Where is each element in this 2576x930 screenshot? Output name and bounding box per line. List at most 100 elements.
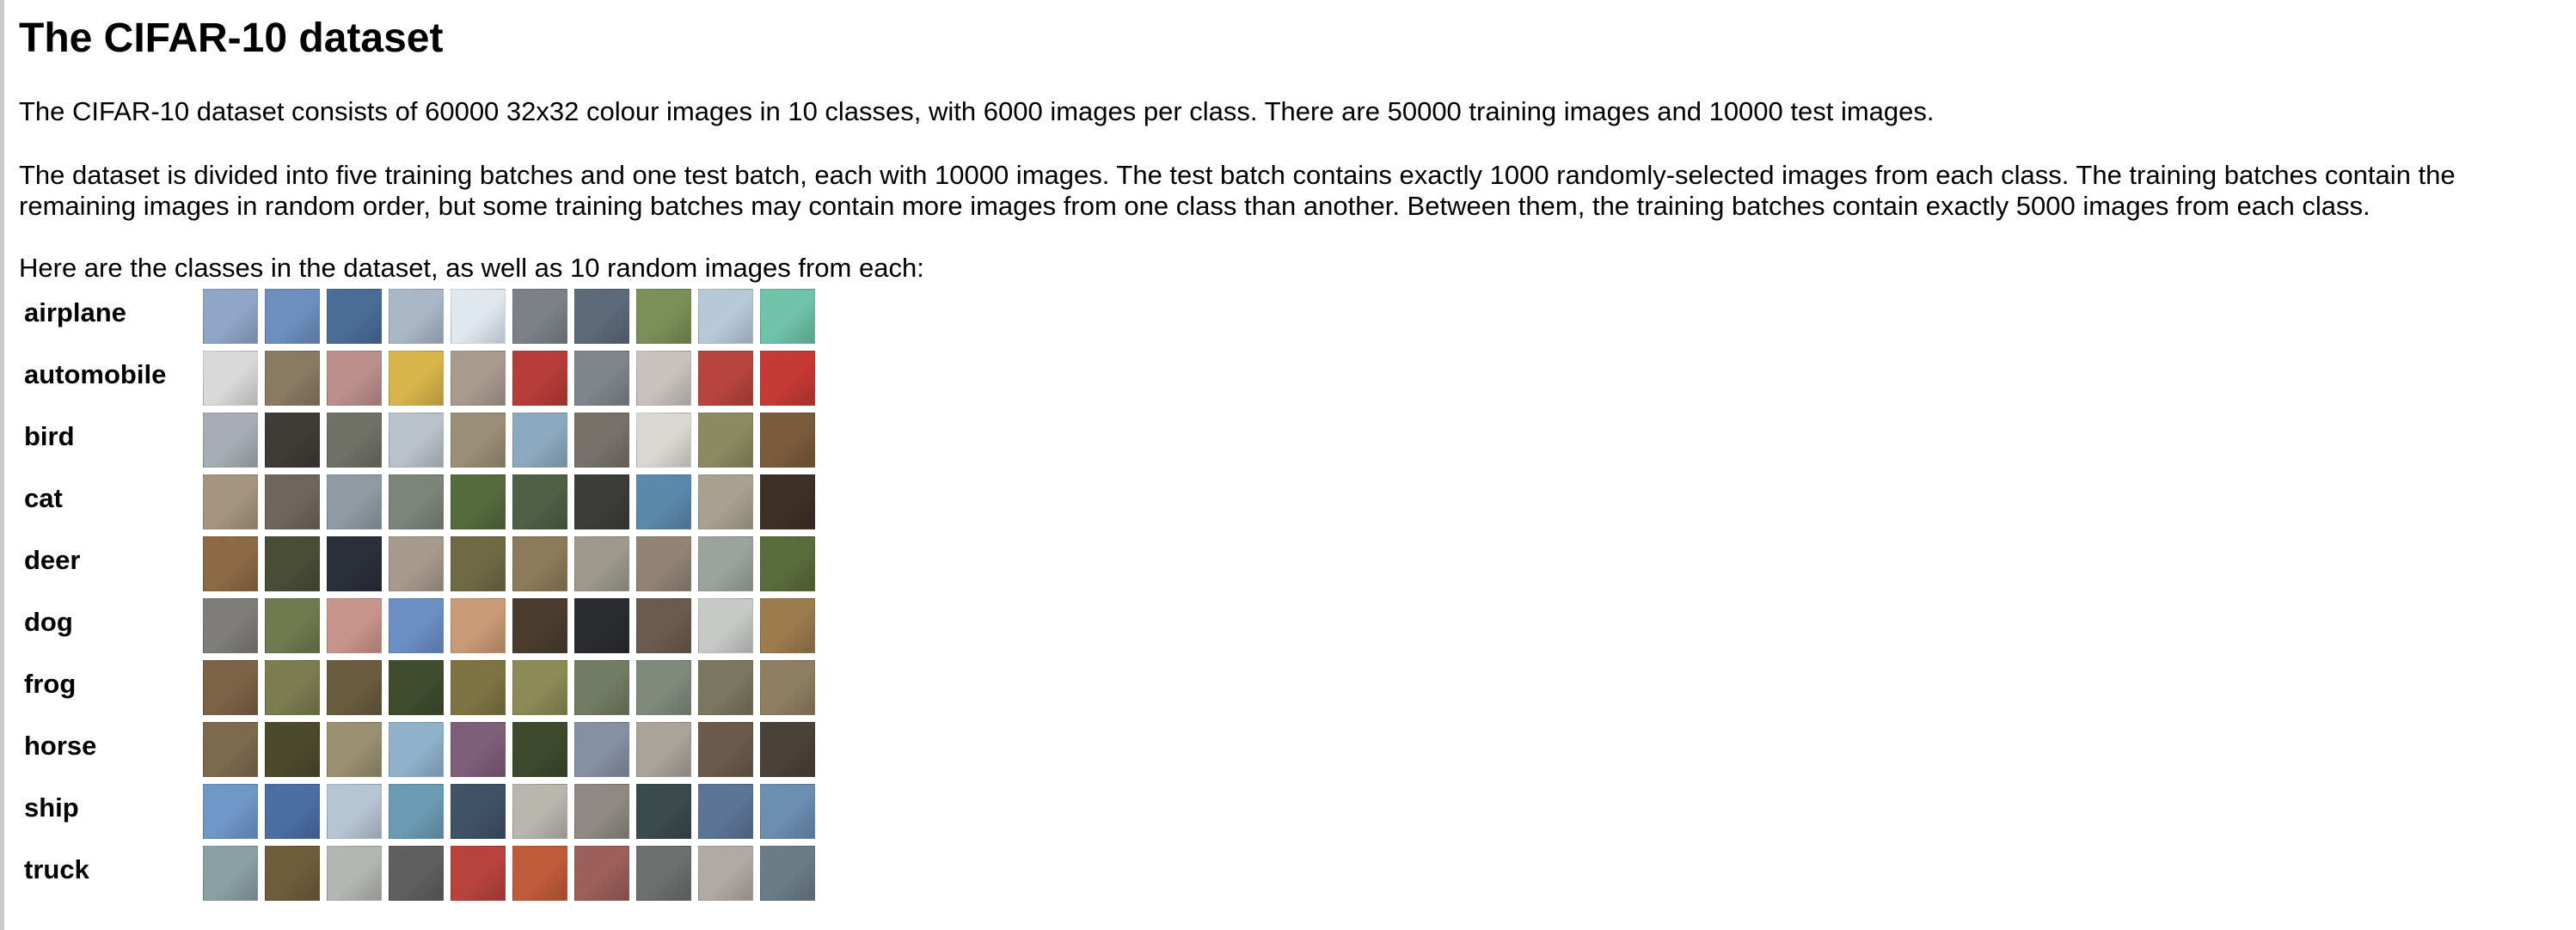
sample-image-thumbnail bbox=[203, 598, 258, 653]
sample-image-thumbnail bbox=[327, 474, 382, 529]
sample-image-thumbnail bbox=[698, 598, 753, 653]
class-row: frog bbox=[24, 660, 815, 722]
sample-image-thumbnail bbox=[636, 413, 691, 468]
sample-image-thumbnail bbox=[512, 598, 567, 653]
sample-image-thumbnail bbox=[451, 351, 506, 406]
class-row: airplane bbox=[24, 289, 815, 351]
sample-image-thumbnail bbox=[265, 289, 320, 344]
sample-image-thumbnail bbox=[760, 598, 815, 653]
sample-image-thumbnail bbox=[203, 784, 258, 839]
sample-image-thumbnail bbox=[451, 784, 506, 839]
sample-image-thumbnail bbox=[265, 722, 320, 777]
class-thumbnails bbox=[203, 289, 815, 344]
sample-image-thumbnail bbox=[636, 536, 691, 591]
sample-image-thumbnail bbox=[512, 660, 567, 715]
intro-paragraph: The CIFAR-10 dataset consists of 60000 3… bbox=[19, 96, 1935, 126]
sample-image-thumbnail bbox=[636, 660, 691, 715]
class-label: frog bbox=[24, 669, 77, 699]
sample-image-thumbnail bbox=[389, 536, 444, 591]
class-thumbnails bbox=[203, 846, 815, 901]
sample-image-thumbnail bbox=[574, 784, 629, 839]
class-thumbnails bbox=[203, 598, 815, 653]
class-label: truck bbox=[24, 854, 89, 884]
left-edge-divider bbox=[0, 0, 4, 930]
sample-image-thumbnail bbox=[451, 413, 506, 468]
sample-image-thumbnail bbox=[574, 289, 629, 344]
sample-image-thumbnail bbox=[760, 722, 815, 777]
sample-image-thumbnail bbox=[760, 660, 815, 715]
sample-image-thumbnail bbox=[698, 351, 753, 406]
class-row: ship bbox=[24, 784, 815, 846]
sample-image-thumbnail bbox=[760, 536, 815, 591]
sample-image-thumbnail bbox=[574, 413, 629, 468]
sample-image-thumbnail bbox=[451, 722, 506, 777]
class-thumbnails bbox=[203, 784, 815, 839]
sample-image-thumbnail bbox=[389, 474, 444, 529]
sample-image-thumbnail bbox=[698, 536, 753, 591]
sample-image-thumbnail bbox=[327, 784, 382, 839]
sample-image-thumbnail bbox=[265, 846, 320, 901]
sample-image-thumbnail bbox=[389, 660, 444, 715]
sample-image-thumbnail bbox=[451, 536, 506, 591]
sample-image-thumbnail bbox=[203, 413, 258, 468]
batches-paragraph: The dataset is divided into five trainin… bbox=[19, 160, 2456, 221]
sample-image-thumbnail bbox=[636, 474, 691, 529]
sample-image-thumbnail bbox=[203, 351, 258, 406]
sample-image-thumbnail bbox=[636, 289, 691, 344]
class-label: dog bbox=[24, 607, 73, 637]
sample-image-thumbnail bbox=[389, 413, 444, 468]
class-label: horse bbox=[24, 731, 97, 761]
sample-image-thumbnail bbox=[327, 722, 382, 777]
sample-image-thumbnail bbox=[203, 289, 258, 344]
sample-image-thumbnail bbox=[451, 660, 506, 715]
sample-image-thumbnail bbox=[512, 474, 567, 529]
class-label: deer bbox=[24, 545, 81, 575]
class-row: automobile bbox=[24, 351, 815, 413]
sample-image-thumbnail bbox=[203, 660, 258, 715]
sample-image-thumbnail bbox=[760, 289, 815, 344]
class-label: cat bbox=[24, 483, 63, 513]
sample-image-thumbnail bbox=[574, 474, 629, 529]
sample-image-thumbnail bbox=[760, 474, 815, 529]
class-thumbnails bbox=[203, 413, 815, 468]
sample-image-thumbnail bbox=[327, 536, 382, 591]
sample-image-thumbnail bbox=[265, 598, 320, 653]
sample-image-thumbnail bbox=[389, 722, 444, 777]
sample-image-thumbnail bbox=[265, 536, 320, 591]
sample-image-thumbnail bbox=[512, 846, 567, 901]
class-label: bird bbox=[24, 421, 75, 451]
sample-image-thumbnail bbox=[698, 413, 753, 468]
class-thumbnails bbox=[203, 536, 815, 591]
class-row: bird bbox=[24, 413, 815, 474]
class-label: ship bbox=[24, 792, 79, 823]
sample-image-thumbnail bbox=[574, 722, 629, 777]
sample-image-thumbnail bbox=[327, 413, 382, 468]
sample-image-thumbnail bbox=[760, 846, 815, 901]
sample-image-thumbnail bbox=[574, 598, 629, 653]
sample-image-thumbnail bbox=[574, 846, 629, 901]
sample-image-thumbnail bbox=[512, 722, 567, 777]
sample-image-thumbnail bbox=[574, 536, 629, 591]
sample-image-thumbnail bbox=[389, 784, 444, 839]
sample-image-thumbnail bbox=[327, 660, 382, 715]
sample-image-thumbnail bbox=[265, 474, 320, 529]
sample-image-thumbnail bbox=[698, 474, 753, 529]
class-row: cat bbox=[24, 474, 815, 536]
sample-image-thumbnail bbox=[512, 784, 567, 839]
sample-image-thumbnail bbox=[698, 722, 753, 777]
sample-image-thumbnail bbox=[698, 846, 753, 901]
sample-image-thumbnail bbox=[512, 289, 567, 344]
sample-image-thumbnail bbox=[327, 598, 382, 653]
sample-image-thumbnail bbox=[327, 351, 382, 406]
sample-image-thumbnail bbox=[265, 660, 320, 715]
sample-image-thumbnail bbox=[574, 351, 629, 406]
sample-image-thumbnail bbox=[327, 289, 382, 344]
class-thumbnails bbox=[203, 474, 815, 529]
sample-image-thumbnail bbox=[203, 846, 258, 901]
sample-image-thumbnail bbox=[512, 351, 567, 406]
classes-intro-paragraph: Here are the classes in the dataset, as … bbox=[19, 253, 924, 283]
sample-image-thumbnail bbox=[636, 722, 691, 777]
sample-image-thumbnail bbox=[512, 536, 567, 591]
class-row: truck bbox=[24, 846, 815, 908]
sample-image-thumbnail bbox=[451, 598, 506, 653]
